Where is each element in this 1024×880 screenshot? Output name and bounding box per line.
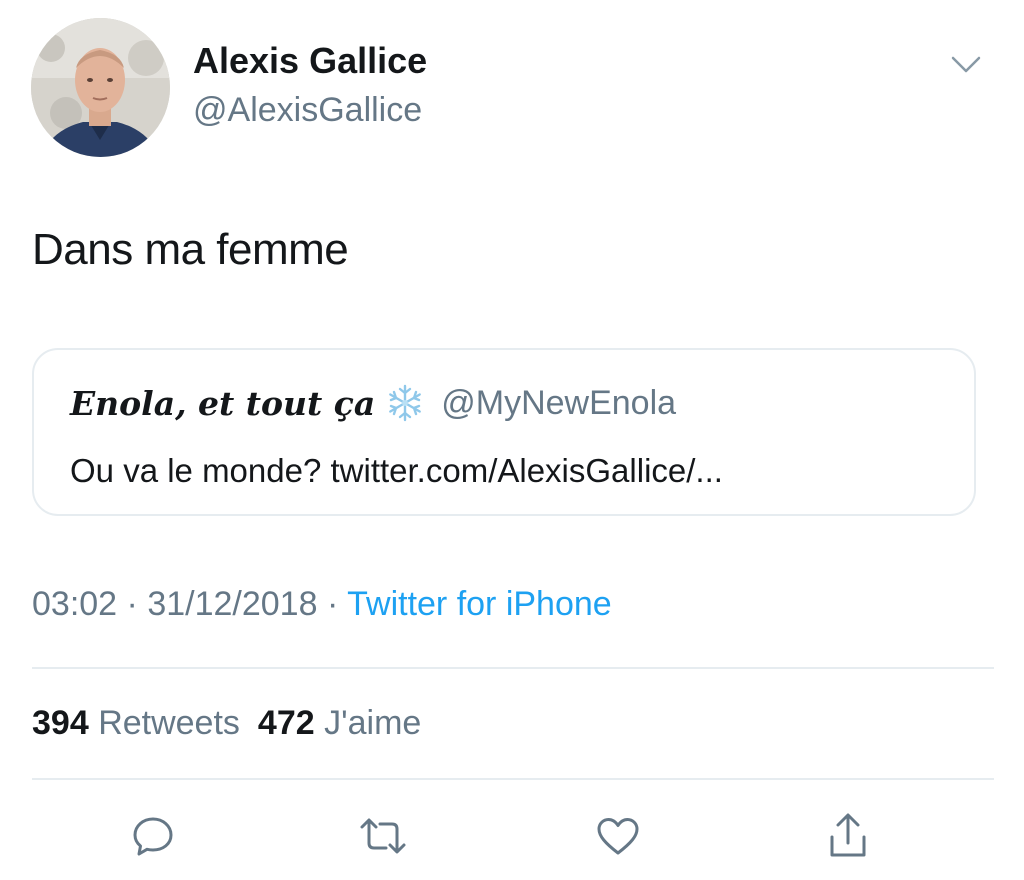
- retweet-icon: [357, 813, 409, 859]
- retweet-button[interactable]: [355, 808, 411, 864]
- author-name[interactable]: Alexis Gallice: [193, 40, 427, 82]
- snowflake-icon: [385, 383, 425, 423]
- tweet-date: 31/12/2018: [147, 585, 318, 623]
- chevron-down-icon[interactable]: [950, 54, 982, 76]
- tweet-text: Dans ma femme: [32, 225, 349, 274]
- tweet-stats: 394 Retweets 472 J'aime: [32, 704, 421, 743]
- quoted-author-name: Enola, et tout ça: [70, 383, 376, 423]
- meta-separator: ·: [326, 585, 339, 623]
- likes-count: 472: [257, 704, 315, 742]
- reply-button[interactable]: [125, 808, 181, 864]
- like-icon: [595, 815, 641, 857]
- avatar-photo: [31, 18, 170, 157]
- likes-stat[interactable]: 472 J'aime: [258, 704, 421, 742]
- tweet-detail: Alexis Gallice @AlexisGallice Dans ma fe…: [0, 0, 1024, 880]
- likes-label: J'aime: [324, 704, 422, 742]
- retweets-count: 394: [32, 704, 89, 742]
- quoted-tweet-text: Ou va le monde? twitter.com/AlexisGallic…: [70, 452, 723, 489]
- tweet-time: 03:02: [32, 585, 118, 623]
- quoted-tweet-card[interactable]: Enola, et tout ça @MyNewEnola Ou va le m…: [32, 348, 976, 516]
- avatar[interactable]: [31, 18, 170, 157]
- meta-separator: ·: [126, 585, 138, 623]
- tweet-source-link[interactable]: Twitter for iPhone: [347, 585, 612, 623]
- quoted-tweet-header: Enola, et tout ça @MyNewEnola: [70, 380, 676, 426]
- reply-icon: [130, 813, 176, 859]
- share-button[interactable]: [820, 808, 876, 864]
- share-icon: [826, 812, 870, 860]
- divider: [32, 778, 994, 780]
- tweet-meta: 03:02 · 31/12/2018 · Twitter for iPhone: [32, 585, 612, 624]
- author-handle[interactable]: @AlexisGallice: [193, 91, 422, 130]
- like-button[interactable]: [590, 808, 646, 864]
- retweets-stat[interactable]: 394 Retweets: [32, 704, 240, 742]
- quoted-author-handle: @MyNewEnola: [441, 383, 677, 422]
- retweets-label: Retweets: [98, 704, 240, 742]
- divider: [32, 667, 994, 669]
